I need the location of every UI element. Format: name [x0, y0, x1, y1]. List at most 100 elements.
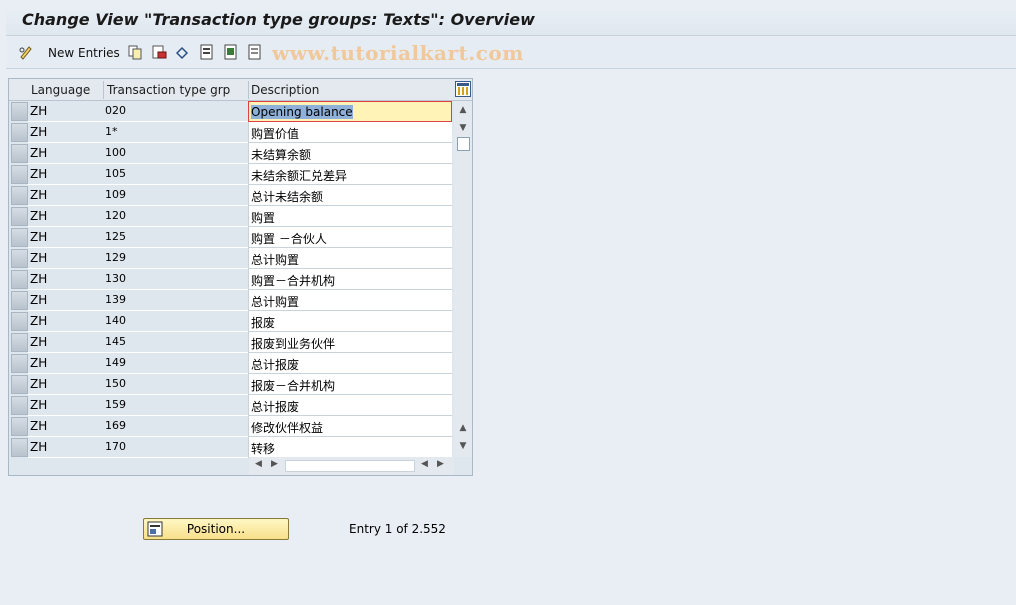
description-text: 转移	[251, 442, 276, 456]
transaction-type-grp-cell: 169	[103, 416, 248, 437]
copy-icon[interactable]	[127, 44, 143, 60]
description-input[interactable]: 购置－合并机构	[248, 269, 452, 290]
scrollbar-track[interactable]	[285, 460, 415, 472]
table-row[interactable]: ZH 170 转移	[9, 437, 454, 458]
description-input[interactable]: 报废－合并机构	[248, 374, 452, 395]
scroll-page-down-icon[interactable]: ▼	[456, 121, 470, 135]
description-input[interactable]: 总计报废	[248, 395, 452, 416]
scroll-left-icon[interactable]: ◀	[421, 459, 428, 469]
table-row[interactable]: ZH 109 总计未结余额	[9, 185, 454, 206]
row-selector[interactable]	[11, 165, 28, 184]
language-cell: ZH	[28, 374, 103, 395]
language-cell: ZH	[28, 353, 103, 374]
description-text: 购置价值	[251, 127, 300, 141]
row-selector[interactable]	[11, 228, 28, 247]
language-cell: ZH	[28, 164, 103, 185]
new-entries-button[interactable]: New Entries	[48, 44, 120, 62]
description-input[interactable]: 总计未结余额	[248, 185, 452, 206]
row-selector[interactable]	[11, 270, 28, 289]
watermark: www.tutorialkart.com	[272, 41, 524, 65]
description-text: 报废－合并机构	[251, 379, 336, 393]
table-row[interactable]: ZH 145 报废到业务伙伴	[9, 332, 454, 353]
row-selector[interactable]	[11, 144, 28, 163]
description-input[interactable]: 转移	[248, 437, 452, 458]
language-cell: ZH	[28, 122, 103, 143]
deselect-all-icon[interactable]	[247, 44, 263, 60]
row-selector[interactable]	[11, 375, 28, 394]
table-row[interactable]: ZH 1* 购置价值	[9, 122, 454, 143]
column-header-description[interactable]: Description	[251, 83, 319, 97]
table-control: Language Transaction type grp Descriptio…	[8, 78, 473, 476]
language-cell: ZH	[28, 290, 103, 311]
select-block-icon[interactable]	[223, 44, 239, 60]
scroll-right-icon[interactable]: ▶	[437, 459, 444, 469]
transaction-type-grp-cell: 105	[103, 164, 248, 185]
description-input[interactable]: 总计购置	[248, 248, 452, 269]
description-input[interactable]: 修改伙伴权益	[248, 416, 452, 437]
language-cell: ZH	[28, 395, 103, 416]
scroll-down-icon[interactable]: ▼	[456, 439, 470, 453]
page-title: Change View "Transaction type groups: Te…	[22, 10, 535, 29]
row-selector[interactable]	[11, 312, 28, 331]
transaction-type-grp-cell: 129	[103, 248, 248, 269]
description-input[interactable]: 报废	[248, 311, 452, 332]
row-selector[interactable]	[11, 291, 28, 310]
description-input[interactable]: 未结算余额	[248, 143, 452, 164]
scroll-page-up-icon[interactable]: ▲	[456, 421, 470, 435]
entry-counter: Entry 1 of 2.552	[349, 522, 446, 536]
description-text: 总计未结余额	[251, 190, 324, 204]
row-selector[interactable]	[11, 123, 28, 142]
row-selector[interactable]	[11, 207, 28, 226]
column-header-language[interactable]: Language	[31, 83, 90, 97]
table-row[interactable]: ZH 139 总计购置	[9, 290, 454, 311]
table-row[interactable]: ZH 149 总计报废	[9, 353, 454, 374]
row-selector[interactable]	[11, 438, 28, 457]
description-input[interactable]: 购置 －合伙人	[248, 227, 452, 248]
scroll-up-icon[interactable]: ▲	[456, 103, 470, 117]
description-input[interactable]: 未结余额汇兑差异	[248, 164, 452, 185]
table-row[interactable]: ZH 129 总计购置	[9, 248, 454, 269]
row-selector[interactable]	[11, 249, 28, 268]
row-selector[interactable]	[11, 396, 28, 415]
scroll-left-icon[interactable]: ◀	[255, 459, 262, 469]
description-text: 购置－合并机构	[251, 274, 336, 288]
table-row[interactable]: ZH 159 总计报废	[9, 395, 454, 416]
table-row[interactable]: ZH 020 Opening balance	[9, 101, 454, 122]
row-selector[interactable]	[11, 333, 28, 352]
row-selector[interactable]	[11, 186, 28, 205]
table-row[interactable]: ZH 120 购置	[9, 206, 454, 227]
description-input[interactable]: 总计购置	[248, 290, 452, 311]
scrollbar-thumb[interactable]	[457, 137, 470, 151]
transaction-type-grp-cell: 145	[103, 332, 248, 353]
description-input[interactable]: 报废到业务伙伴	[248, 332, 452, 353]
description-input[interactable]: 购置	[248, 206, 452, 227]
delete-icon[interactable]	[151, 44, 167, 60]
scroll-right-icon[interactable]: ▶	[271, 459, 278, 469]
table-settings-icon[interactable]	[455, 81, 471, 97]
row-selector[interactable]	[11, 354, 28, 373]
row-selector[interactable]	[11, 102, 28, 121]
vertical-scrollbar[interactable]: ▲ ▼ ▲ ▼	[454, 101, 472, 457]
table-row[interactable]: ZH 130 购置－合并机构	[9, 269, 454, 290]
description-text: 未结算余额	[251, 148, 312, 162]
horizontal-scrollbar[interactable]: ◀ ▶ ◀ ▶	[249, 457, 454, 475]
description-input[interactable]: 总计报废	[248, 353, 452, 374]
table-row[interactable]: ZH 140 报废	[9, 311, 454, 332]
transaction-type-grp-cell: 140	[103, 311, 248, 332]
select-all-icon[interactable]	[199, 44, 215, 60]
row-selector[interactable]	[11, 417, 28, 436]
table-row[interactable]: ZH 169 修改伙伴权益	[9, 416, 454, 437]
description-input[interactable]: Opening balance	[248, 101, 452, 122]
table-row[interactable]: ZH 150 报废－合并机构	[9, 374, 454, 395]
description-input[interactable]: 购置价值	[248, 122, 452, 143]
table-row[interactable]: ZH 125 购置 －合伙人	[9, 227, 454, 248]
table-row[interactable]: ZH 100 未结算余额	[9, 143, 454, 164]
description-text: 总计购置	[251, 253, 300, 267]
table-row[interactable]: ZH 105 未结余额汇兑差异	[9, 164, 454, 185]
language-cell: ZH	[28, 206, 103, 227]
language-cell: ZH	[28, 311, 103, 332]
position-button[interactable]: Position...	[143, 518, 289, 540]
column-header-transaction-type-grp[interactable]: Transaction type grp	[107, 83, 230, 97]
pencil-glasses-icon[interactable]	[18, 44, 34, 60]
undo-icon[interactable]	[174, 44, 190, 60]
